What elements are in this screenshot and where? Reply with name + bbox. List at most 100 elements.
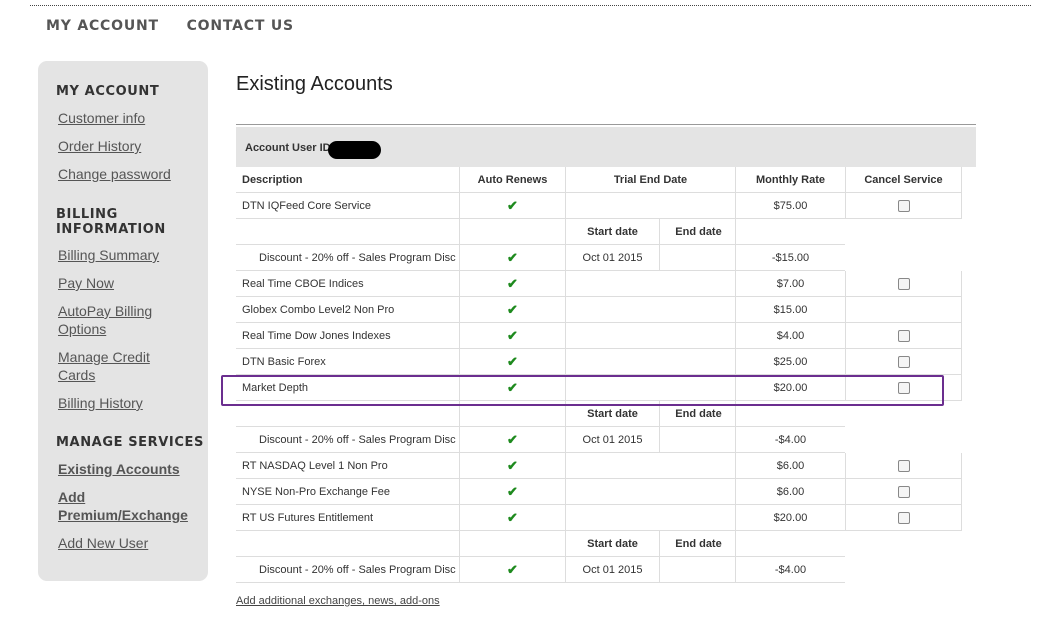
table-top-border xyxy=(236,124,976,125)
row-end-date xyxy=(659,427,737,452)
table-row: DTN Basic Forex ✔ $25.00 xyxy=(236,349,976,375)
sidebar-link-billing-history[interactable]: Billing History xyxy=(58,394,143,412)
cancel-service-checkbox[interactable] xyxy=(897,486,910,499)
row-end-date xyxy=(659,557,737,582)
sidebar-link-pay-now[interactable]: Pay Now xyxy=(58,274,114,292)
check-icon: ✔ xyxy=(507,328,518,343)
row-rate: $75.00 xyxy=(735,193,845,219)
row-description: DTN Basic Forex xyxy=(236,349,459,375)
row-end-date xyxy=(659,245,737,270)
row-start-date: Oct 01 2015 xyxy=(582,252,643,264)
manage-cc-line1: Manage Credit xyxy=(58,349,150,365)
sidebar-link-order-history[interactable]: Order History xyxy=(58,137,141,155)
check-icon: ✔ xyxy=(507,432,518,447)
check-icon: ✔ xyxy=(507,562,518,577)
sidebar-link-autopay-billing-options[interactable]: AutoPay Billing Options xyxy=(58,302,152,338)
subheader-start-date: Start date xyxy=(587,226,638,238)
check-icon: ✔ xyxy=(507,198,518,213)
sidebar: MY ACCOUNT Customer info Order History C… xyxy=(38,61,208,581)
cancel-service-checkbox[interactable] xyxy=(897,200,910,213)
col-trial-end-date: Trial End Date xyxy=(565,167,735,193)
sidebar-link-add-premium-exchange[interactable]: Add Premium/Exchange xyxy=(58,488,188,524)
row-description: Discount - 20% off - Sales Program Disc xyxy=(236,427,459,453)
top-nav: MY ACCOUNT CONTACT US xyxy=(46,18,316,34)
auto-renews-cell: ✔ xyxy=(459,349,565,375)
sidebar-link-customer-info[interactable]: Customer info xyxy=(58,109,145,127)
nav-my-account[interactable]: MY ACCOUNT xyxy=(46,18,159,34)
cancel-cell xyxy=(845,323,962,349)
auto-renews-cell: ✔ xyxy=(459,479,565,505)
account-user-bar: Account User ID xyxy=(236,127,976,167)
table-row: DTN IQFeed Core Service ✔ $75.00 xyxy=(236,193,976,219)
cancel-service-checkbox[interactable] xyxy=(897,330,910,343)
manage-cc-line2: Cards xyxy=(58,367,96,383)
auto-renews-cell: ✔ xyxy=(459,245,565,271)
subheader-end-date: End date xyxy=(659,219,737,244)
row-rate: $20.00 xyxy=(735,505,845,531)
sidebar-heading-billing-line1: BILLING xyxy=(56,207,118,222)
sidebar-heading-billing-line2: INFORMATION xyxy=(56,222,166,237)
check-icon: ✔ xyxy=(507,510,518,525)
cancel-cell xyxy=(845,271,962,297)
cancel-cell xyxy=(845,349,962,375)
table-row: NYSE Non-Pro Exchange Fee ✔ $6.00 xyxy=(236,479,976,505)
row-description: RT US Futures Entitlement xyxy=(236,505,459,531)
sidebar-link-existing-accounts[interactable]: Existing Accounts xyxy=(58,460,180,478)
table-row: Real Time CBOE Indices ✔ $7.00 xyxy=(236,271,976,297)
account-user-id-label: Account User ID xyxy=(245,142,331,154)
table-row: Discount - 20% off - Sales Program Disc … xyxy=(236,557,976,583)
sidebar-link-manage-credit-cards[interactable]: Manage Credit Cards xyxy=(58,348,150,384)
cancel-cell xyxy=(845,453,962,479)
check-icon: ✔ xyxy=(507,276,518,291)
row-rate: $25.00 xyxy=(735,349,845,375)
autopay-line1: AutoPay Billing xyxy=(58,303,153,319)
add-exchanges-link[interactable]: Add additional exchanges, news, add-ons xyxy=(236,595,440,607)
cancel-cell xyxy=(845,479,962,505)
date-subheader-row: Start date End date xyxy=(236,531,976,557)
row-description: NYSE Non-Pro Exchange Fee xyxy=(236,479,459,505)
auto-renews-cell: ✔ xyxy=(459,505,565,531)
row-rate: $15.00 xyxy=(735,297,845,323)
subheader-end-date: End date xyxy=(659,531,737,556)
table-row: RT NASDAQ Level 1 Non Pro ✔ $6.00 xyxy=(236,453,976,479)
auto-renews-cell: ✔ xyxy=(459,297,565,323)
row-rate: $7.00 xyxy=(735,271,845,297)
autopay-line2: Options xyxy=(58,321,107,337)
add-premium-line1: Add xyxy=(58,489,86,505)
date-subheader-row: Start date End date xyxy=(236,219,976,245)
row-description: Discount - 20% off - Sales Program Disc xyxy=(236,557,459,583)
cancel-cell xyxy=(845,297,962,323)
col-description: Description xyxy=(236,167,459,193)
sidebar-link-add-new-user[interactable]: Add New User xyxy=(58,534,148,552)
check-icon: ✔ xyxy=(507,458,518,473)
sidebar-heading-my-account: MY ACCOUNT xyxy=(56,84,160,99)
sidebar-link-billing-summary[interactable]: Billing Summary xyxy=(58,246,159,264)
table-row: Discount - 20% off - Sales Program Disc … xyxy=(236,245,976,271)
market-depth-highlight-box xyxy=(221,375,944,406)
check-icon: ✔ xyxy=(507,484,518,499)
table-row: Discount - 20% off - Sales Program Disc … xyxy=(236,427,976,453)
page-title: Existing Accounts xyxy=(236,73,393,95)
cancel-service-checkbox[interactable] xyxy=(897,512,910,525)
check-icon: ✔ xyxy=(507,302,518,317)
table-row: RT US Futures Entitlement ✔ $20.00 xyxy=(236,505,976,531)
sidebar-link-change-password[interactable]: Change password xyxy=(58,165,171,183)
col-monthly-rate: Monthly Rate xyxy=(735,167,845,193)
top-dotted-divider xyxy=(30,5,1031,6)
cancel-service-checkbox[interactable] xyxy=(897,356,910,369)
row-description: Globex Combo Level2 Non Pro xyxy=(236,297,459,323)
check-icon: ✔ xyxy=(507,250,518,265)
row-description: Real Time CBOE Indices xyxy=(236,271,459,297)
cancel-service-checkbox[interactable] xyxy=(897,460,910,473)
trial-end-cell xyxy=(565,193,735,219)
auto-renews-cell: ✔ xyxy=(459,453,565,479)
subheader-start-date: Start date xyxy=(587,538,638,550)
cancel-service-checkbox[interactable] xyxy=(897,278,910,291)
nav-contact-us[interactable]: CONTACT US xyxy=(187,18,294,34)
auto-renews-cell: ✔ xyxy=(459,193,565,219)
row-rate: -$15.00 xyxy=(735,245,845,271)
table-header-row: Description Auto Renews Trial End Date M… xyxy=(236,167,976,193)
auto-renews-cell: ✔ xyxy=(459,557,565,583)
row-rate: -$4.00 xyxy=(735,557,845,583)
auto-renews-cell: ✔ xyxy=(459,323,565,349)
